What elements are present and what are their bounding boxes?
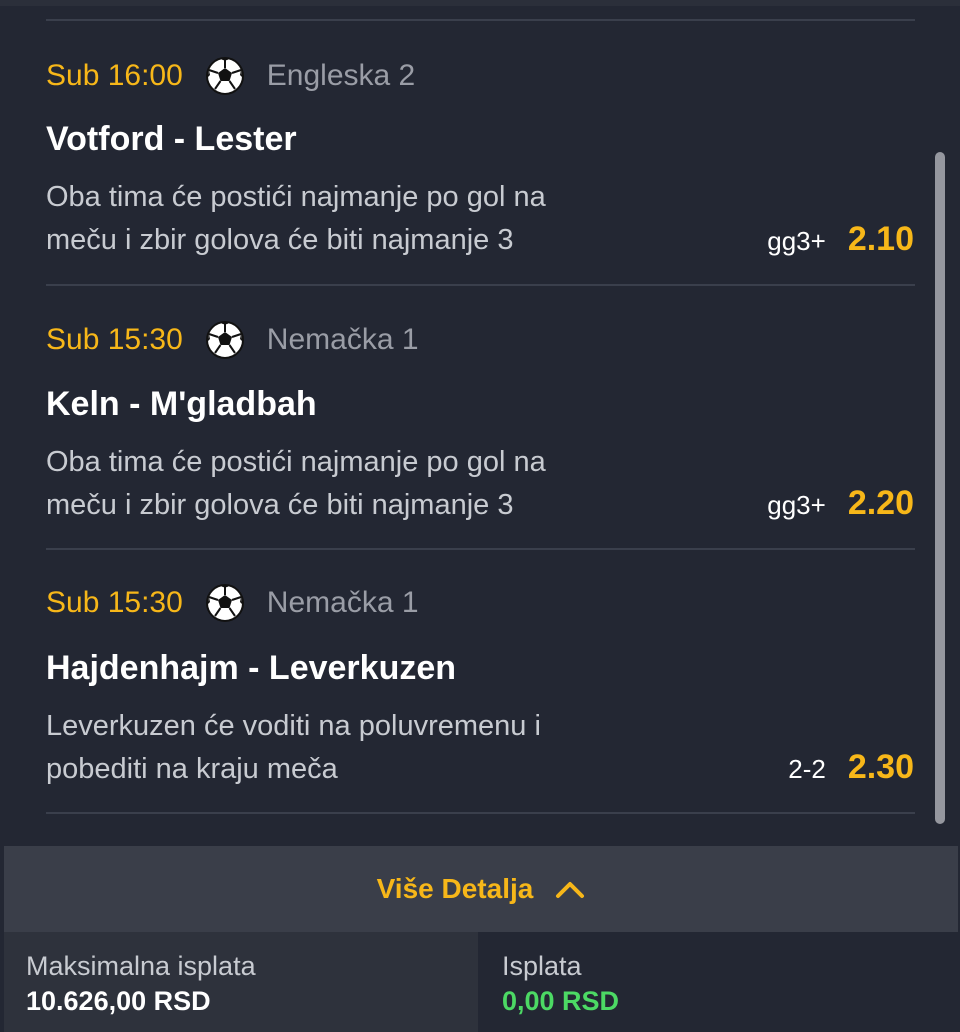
bet-slip-item[interactable]: Sub 15:30 Nemačka 1 Hajdenhajm - Leverku… (0, 549, 960, 813)
max-payout-panel: Maksimalna isplata 10.626,00 RSD (4, 932, 478, 1032)
odds-group: 2-2 2.30 (788, 748, 914, 787)
match-teams: Keln - M'gladbah (46, 385, 317, 423)
odds-group: gg3+ 2.20 (767, 484, 914, 523)
bet-description-line: pobediti na kraju meča (46, 753, 338, 785)
soccer-ball-icon (205, 584, 244, 622)
odds-value: 2.10 (847, 220, 914, 258)
bet-slip-item[interactable]: Sub 15:30 Nemačka 1 Keln - M'gladbah Oba… (0, 285, 960, 549)
payout-panel: Isplata 0,00 RSD (480, 932, 958, 1032)
match-time: Sub 15:30 (46, 323, 183, 356)
odds-group: gg3+ 2.10 (767, 220, 914, 259)
league-name: Engleska 2 (266, 59, 416, 92)
max-payout-label: Maksimalna isplata (26, 951, 256, 981)
odds-value: 2.30 (847, 748, 914, 786)
payout-footer: Maksimalna isplata 10.626,00 RSD Isplata… (0, 932, 960, 1032)
league-name: Nemačka 1 (266, 586, 419, 619)
top-strip (0, 0, 960, 6)
bet-code: gg3+ (767, 490, 826, 520)
bet-description-line: meču i zbir golova će biti najmanje 3 (46, 224, 514, 256)
soccer-ball-icon (205, 57, 244, 95)
bet-description-line: Oba tima će postići najmanje po gol na (46, 181, 546, 213)
match-meta: Sub 16:00 Engleska 2 (46, 56, 415, 96)
payout-label: Isplata (502, 951, 582, 981)
bet-description: Oba tima će postići najmanje po gol na m… (46, 176, 686, 262)
bet-description: Oba tima će postići najmanje po gol na m… (46, 441, 686, 527)
match-time: Sub 15:30 (46, 586, 183, 619)
chevron-up-icon (556, 882, 585, 898)
soccer-ball-icon (205, 321, 244, 359)
bet-code: 2-2 (788, 754, 826, 784)
match-time: Sub 16:00 (46, 59, 183, 92)
bet-description-line: Oba tima će postići najmanje po gol na (46, 446, 546, 478)
odds-value: 2.20 (847, 484, 914, 522)
bet-description: Leverkuzen će voditi na poluvremenu i po… (46, 705, 686, 791)
match-meta: Sub 15:30 Nemačka 1 (46, 583, 419, 623)
bet-description-line: Leverkuzen će voditi na poluvremenu i (46, 710, 541, 742)
match-teams: Votford - Lester (46, 120, 297, 158)
match-teams: Hajdenhajm - Leverkuzen (46, 649, 457, 687)
league-name: Nemačka 1 (266, 323, 419, 356)
bet-description-line: meču i zbir golova će biti najmanje 3 (46, 489, 514, 521)
scrollbar[interactable] (935, 152, 945, 824)
bet-slip-item[interactable]: Sub 16:00 Engleska 2 Votford - Lester Ob… (0, 20, 960, 284)
match-meta: Sub 15:30 Nemačka 1 (46, 320, 419, 360)
bet-code: gg3+ (767, 226, 826, 256)
max-payout-value: 10.626,00 RSD (26, 986, 211, 1016)
divider (46, 812, 915, 814)
more-details-label: Više Detalja (376, 873, 534, 904)
payout-value: 0,00 RSD (502, 986, 620, 1016)
ticket-list[interactable]: Sub 16:00 Engleska 2 Votford - Lester Ob… (0, 0, 960, 846)
more-details-button[interactable]: Više Detalja (4, 846, 958, 932)
